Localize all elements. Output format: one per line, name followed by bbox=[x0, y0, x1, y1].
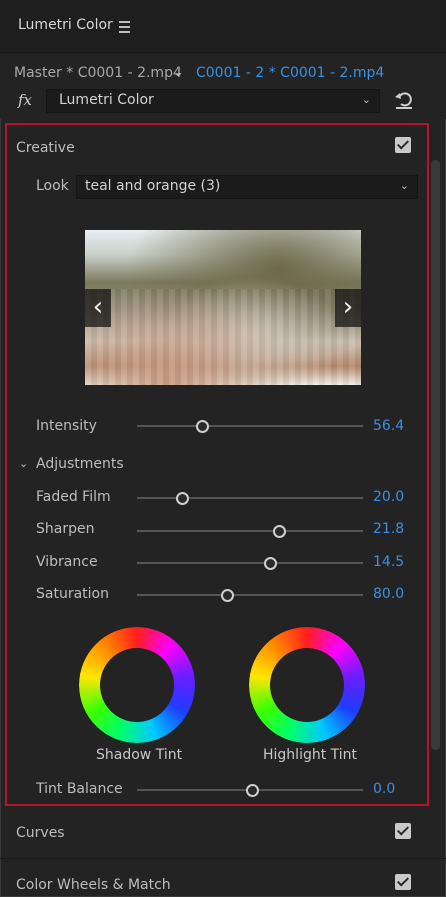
look-preview-image bbox=[85, 230, 361, 385]
preview-texture bbox=[85, 288, 361, 385]
section-divider bbox=[0, 858, 446, 859]
panel-header: Lumetri Color bbox=[0, 0, 446, 53]
saturation-label: Saturation bbox=[36, 586, 109, 602]
master-clip-label[interactable]: Master * C0001 - 2.mp4 bbox=[14, 65, 182, 81]
sharpen-slider-track[interactable] bbox=[137, 530, 363, 532]
faded-film-value[interactable]: 20.0 bbox=[373, 489, 404, 505]
look-select-value: teal and orange (3) bbox=[85, 178, 221, 194]
chevron-down-icon[interactable]: ⌄ bbox=[173, 65, 183, 79]
saturation-slider-track[interactable] bbox=[137, 594, 363, 596]
sharpen-slider-thumb[interactable] bbox=[272, 525, 286, 538]
vibrance-slider-track[interactable] bbox=[137, 562, 363, 564]
creative-section-title[interactable]: Creative bbox=[16, 140, 75, 156]
scrollbar[interactable] bbox=[431, 160, 440, 750]
active-clip-label[interactable]: C0001 - 2 * C0001 - 2.mp4 bbox=[196, 65, 384, 81]
saturation-slider-thumb[interactable] bbox=[220, 589, 234, 602]
shadow-tint-center[interactable] bbox=[100, 648, 174, 722]
chevron-down-icon: ⌄ bbox=[399, 179, 409, 192]
curves-section-title[interactable]: Curves bbox=[16, 825, 65, 841]
reset-icon[interactable] bbox=[393, 89, 415, 111]
creative-enable-checkbox[interactable] bbox=[395, 137, 411, 153]
sharpen-label: Sharpen bbox=[36, 521, 95, 537]
look-label: Look bbox=[36, 178, 69, 194]
chevron-left-icon: ‹ bbox=[92, 292, 104, 322]
intensity-slider-track[interactable] bbox=[137, 425, 363, 427]
tint-balance-label: Tint Balance bbox=[36, 781, 123, 797]
intensity-value[interactable]: 56.4 bbox=[373, 418, 404, 434]
chevron-down-icon[interactable]: ⌄ bbox=[19, 457, 28, 470]
vibrance-value[interactable]: 14.5 bbox=[373, 554, 404, 570]
chevron-down-icon: ⌄ bbox=[361, 93, 371, 106]
adjustments-title[interactable]: Adjustments bbox=[36, 456, 124, 472]
effect-select[interactable]: Lumetri Color ⌄ bbox=[46, 89, 380, 113]
highlight-tint-center[interactable] bbox=[270, 648, 344, 722]
color-wheels-enable-checkbox[interactable] bbox=[395, 874, 411, 890]
menu-icon[interactable] bbox=[119, 21, 130, 36]
highlight-tint-label: Highlight Tint bbox=[263, 747, 358, 763]
curves-enable-checkbox[interactable] bbox=[395, 823, 411, 839]
shadow-tint-label: Shadow Tint bbox=[96, 747, 183, 763]
chevron-right-icon: › bbox=[342, 292, 354, 322]
intensity-label: Intensity bbox=[36, 418, 97, 434]
source-row: Master * C0001 - 2.mp4 ⌄ C0001 - 2 * C00… bbox=[0, 53, 446, 119]
panel-title[interactable]: Lumetri Color bbox=[18, 17, 113, 33]
sharpen-value[interactable]: 21.8 bbox=[373, 521, 404, 537]
saturation-value[interactable]: 80.0 bbox=[373, 586, 404, 602]
effect-select-value: Lumetri Color bbox=[59, 92, 154, 108]
intensity-slider-thumb[interactable] bbox=[196, 420, 210, 433]
look-select[interactable]: teal and orange (3) ⌄ bbox=[76, 175, 418, 199]
next-look-button[interactable]: › bbox=[335, 289, 361, 327]
faded-film-slider-track[interactable] bbox=[137, 497, 363, 499]
vibrance-slider-thumb[interactable] bbox=[263, 557, 277, 570]
fx-icon: fx bbox=[18, 91, 33, 109]
faded-film-slider-thumb[interactable] bbox=[175, 492, 189, 505]
tint-balance-value[interactable]: 0.0 bbox=[373, 781, 395, 797]
vibrance-label: Vibrance bbox=[36, 554, 98, 570]
previous-look-button[interactable]: ‹ bbox=[85, 289, 111, 327]
tint-balance-slider-thumb[interactable] bbox=[245, 784, 259, 797]
faded-film-label: Faded Film bbox=[36, 489, 111, 505]
color-wheels-section-title[interactable]: Color Wheels & Match bbox=[16, 877, 171, 893]
